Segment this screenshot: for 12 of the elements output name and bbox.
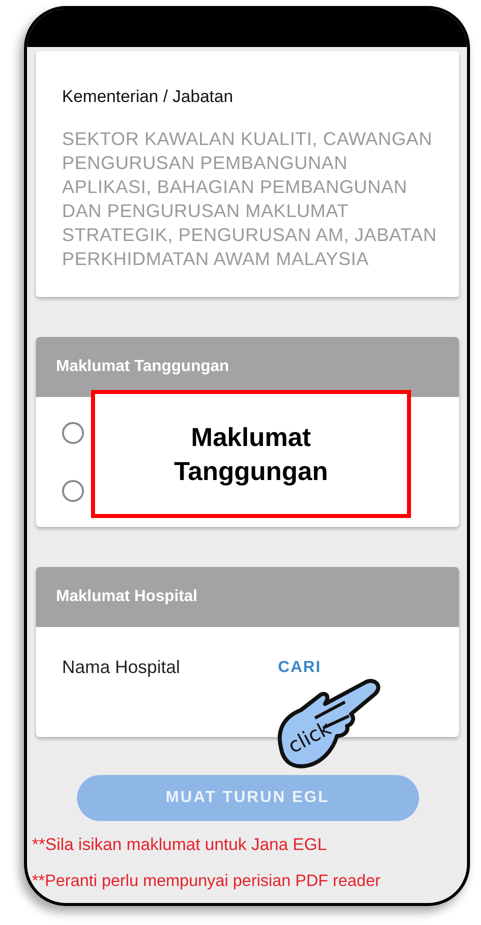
radio-button[interactable] — [62, 422, 84, 444]
search-link[interactable]: CARI — [274, 657, 326, 679]
warning-note: **Peranti perlu mempunyai perisian PDF reader — [32, 872, 382, 891]
radio-button[interactable] — [62, 480, 84, 502]
field-label: Nama Hospital — [62, 657, 180, 678]
warning-note: **Sila isikan maklumat untuk Jana EGL — [32, 835, 328, 855]
section-header: Maklumat Hospital — [36, 567, 459, 627]
field-value: SEKTOR KAWALAN KUALITI, CAWANGAN PENGURUSAN PEMBANGUNAN APLIKASI, BAHAGIAN PEMBANGUNAN DAN PENGURUSAN MAKLUMAT STRATEGIK, PENGURUSAN AM, JABATAN PERKHIDMATAN AWAM MALAYSIA — [62, 127, 438, 271]
callout-box: Maklumat Tanggungan — [91, 390, 411, 518]
field-label: Kementerian / Jabatan — [62, 87, 234, 107]
click-label: click — [284, 716, 335, 758]
section-header: Maklumat Tanggungan — [36, 337, 459, 397]
